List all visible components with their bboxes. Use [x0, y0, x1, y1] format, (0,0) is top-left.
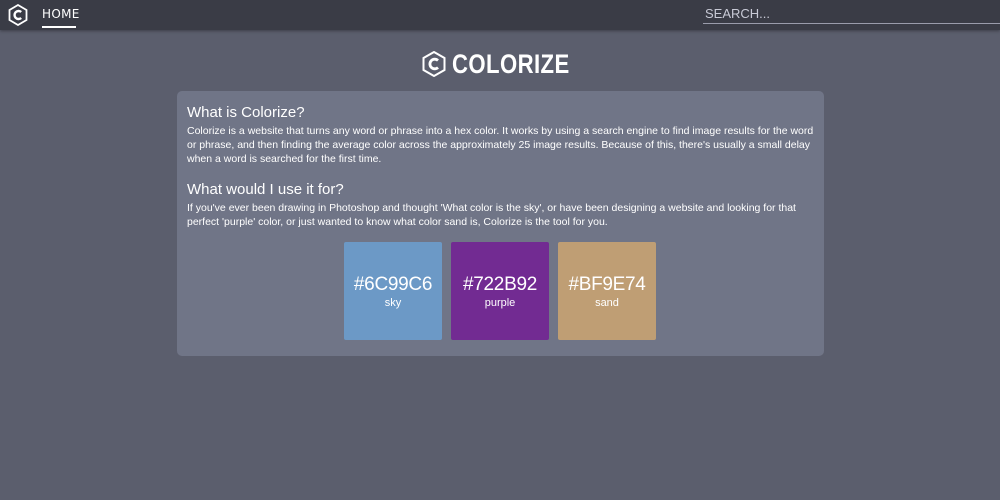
example-swatches: #6C99C6 sky #722B92 purple #BF9E74 sand: [344, 242, 664, 340]
page-header: COLORIZE: [0, 46, 1000, 82]
nav-home-link[interactable]: HOME: [42, 0, 80, 28]
section-body-use-for: If you've ever been drawing in Photoshop…: [187, 202, 796, 228]
section-heading-use-for: What would I use it for?: [187, 181, 344, 198]
page-title: COLORIZE: [452, 48, 570, 79]
color-swatch-sand[interactable]: #BF9E74 sand: [558, 242, 656, 340]
color-swatch-sky[interactable]: #6C99C6 sky: [344, 242, 442, 340]
color-swatch-purple[interactable]: #722B92 purple: [451, 242, 549, 340]
swatch-word: purple: [484, 297, 516, 309]
swatch-word: sky: [384, 297, 402, 309]
section-body-what-is: Colorize is a website that turns any wor…: [187, 125, 814, 165]
nav-home-active-indicator: [42, 26, 76, 28]
swatch-word: sand: [595, 297, 619, 309]
colorize-logo-icon: [422, 51, 446, 77]
swatch-hex-value: #722B92: [463, 274, 537, 295]
search-input[interactable]: [703, 4, 1000, 24]
swatch-hex-value: #BF9E74: [568, 274, 646, 295]
colorize-logo-icon[interactable]: [8, 4, 28, 26]
info-card: What is Colorize? Colorize is a website …: [177, 91, 824, 356]
swatch-hex-value: #6C99C6: [353, 274, 433, 295]
top-navigation-bar: HOME: [0, 0, 1000, 30]
section-heading-what-is: What is Colorize?: [187, 104, 305, 121]
